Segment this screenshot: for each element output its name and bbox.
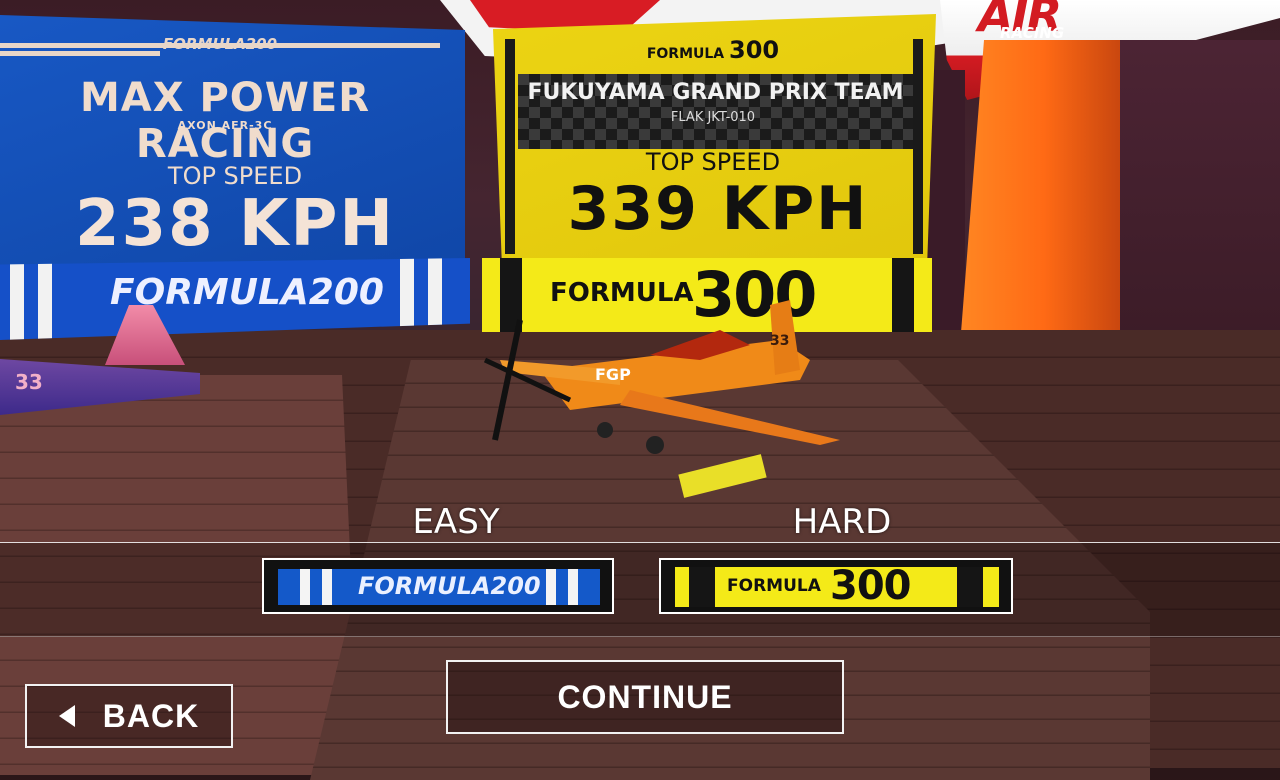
- hard-label: HARD: [792, 502, 892, 542]
- hard-formula300-option[interactable]: FORMULA 300: [659, 558, 1013, 614]
- badge-word: FORMULA: [727, 576, 821, 596]
- badge-bar: [568, 569, 578, 605]
- selected-airplane: FGP 33: [480, 300, 860, 500]
- formula200-badge: FORMULA200: [278, 569, 600, 605]
- top-speed-value: 339 KPH: [567, 174, 869, 244]
- continue-button[interactable]: CONTINUE: [446, 660, 844, 734]
- continue-button-label: CONTINUE: [557, 678, 733, 715]
- back-button[interactable]: BACK: [25, 684, 233, 748]
- plane-model: AXON AFR-3C: [177, 119, 273, 132]
- team-name: FUKUYAMA GRAND PRIX TEAM: [527, 80, 904, 105]
- badge-bar: [546, 569, 556, 605]
- board-edge: [913, 39, 923, 254]
- back-button-label: BACK: [102, 697, 200, 734]
- strip-bar: [38, 258, 52, 340]
- plane-model: FLAK JKT-010: [670, 110, 756, 125]
- badge-block: [957, 567, 983, 607]
- badge-number: 300: [830, 563, 911, 609]
- left-airplane-number: 33: [15, 370, 43, 394]
- strip-bar: [10, 258, 24, 340]
- formula200-signboard: FORMULA200 MAX POWER RACING AXON AFR-3C …: [0, 15, 465, 265]
- racing-logo-text: RACING: [1000, 24, 1065, 42]
- board-stripe: [0, 51, 160, 56]
- formula300-badge: FORMULA 300: [675, 563, 999, 609]
- airplane-graphic: FGP 33: [483, 300, 840, 454]
- board-brand: FORMULA 300: [643, 36, 783, 64]
- easy-formula200-option[interactable]: FORMULA200: [262, 558, 614, 614]
- badge-text: FORMULA200: [358, 572, 541, 600]
- board-brand: FORMULA200: [162, 35, 278, 53]
- difficulty-band: [0, 542, 1280, 637]
- top-speed-value: 238 KPH: [75, 187, 395, 261]
- badge-block: [689, 567, 715, 607]
- board-brand-word: FORMULA: [646, 46, 725, 62]
- formula300-signboard: FORMULA 300 FUKUYAMA GRAND PRIX TEAM FLA…: [493, 14, 936, 264]
- top-speed-label: TOP SPEED: [167, 162, 303, 190]
- airplane-tail-number: 33: [770, 333, 789, 349]
- easy-label: EASY: [412, 502, 500, 542]
- airplane-logo: FGP: [595, 365, 631, 384]
- board-edge: [505, 39, 515, 254]
- back-arrow-icon: [58, 705, 75, 727]
- badge-bar: [322, 569, 332, 605]
- board-brand-num: 300: [729, 36, 780, 64]
- top-speed-label: TOP SPEED: [645, 148, 781, 176]
- strip-block: [892, 258, 914, 332]
- badge-bar: [300, 569, 310, 605]
